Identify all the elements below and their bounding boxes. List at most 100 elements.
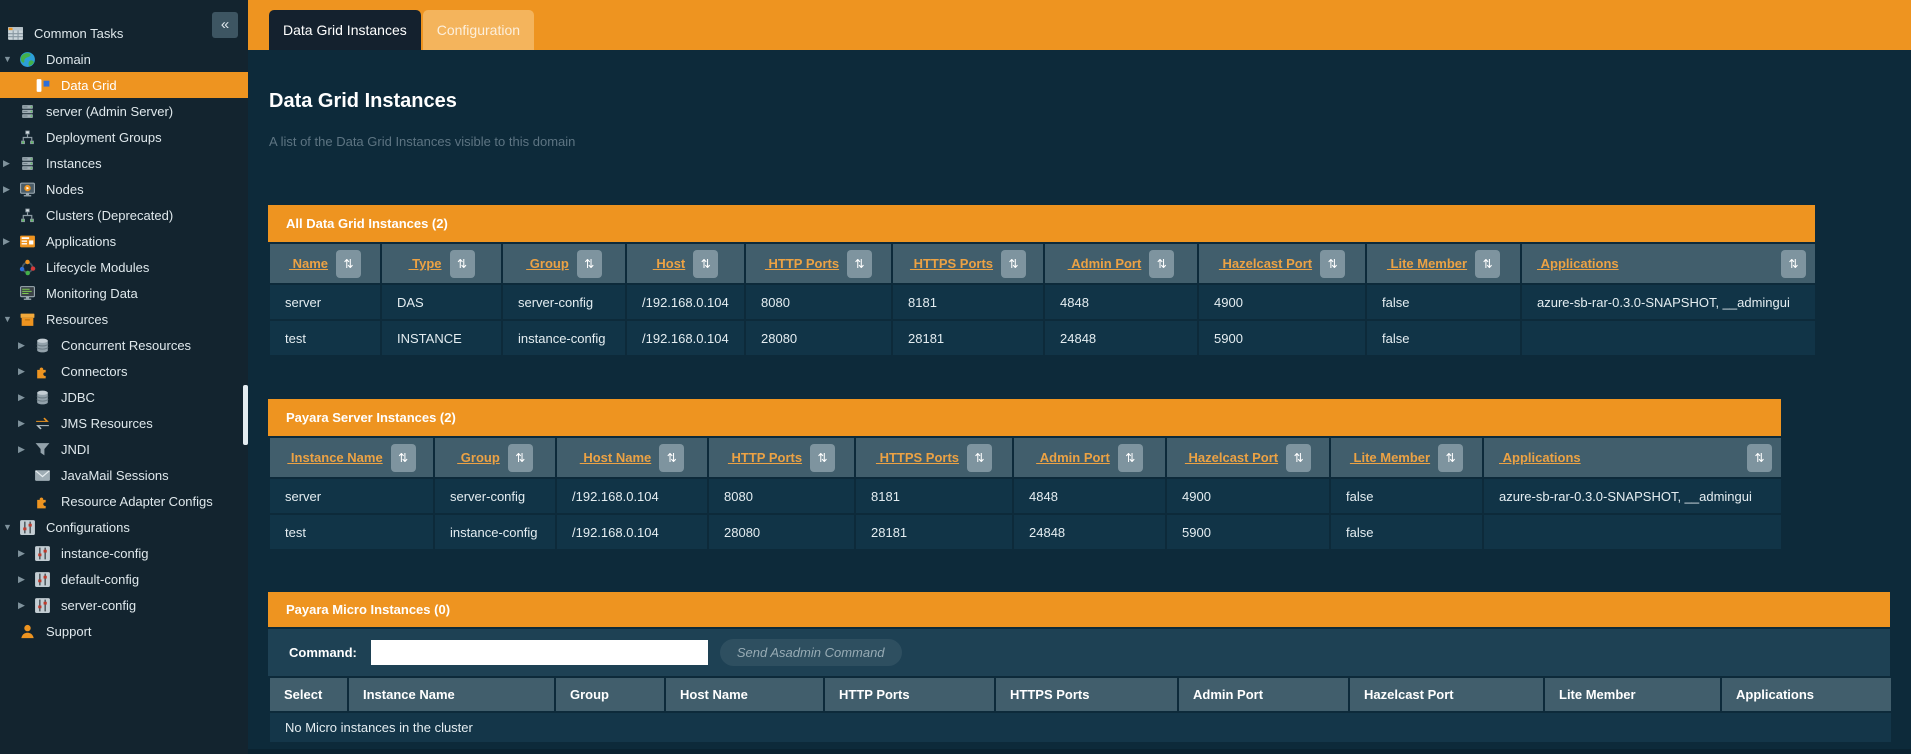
sidebar-item-applications[interactable]: ▶ Applications	[0, 228, 248, 254]
chevron-down-icon[interactable]: ▼	[3, 54, 19, 64]
sidebar-item-instance-config[interactable]: ▶instance-config	[0, 540, 248, 566]
sort-button[interactable]: ⇅	[1001, 250, 1026, 278]
sidebar-item-data-grid[interactable]: Data Grid	[0, 72, 248, 98]
sort-button[interactable]: ⇅	[1475, 250, 1500, 278]
sort-button[interactable]: ⇅	[1747, 444, 1772, 472]
column-header-hazelcast-port: Hazelcast Port ⇅	[1198, 243, 1366, 284]
chevron-right-icon[interactable]: ▶	[18, 340, 34, 351]
chevron-right-icon[interactable]: ▶	[3, 158, 19, 169]
sidebar-item-resource-adapter-configs[interactable]: Resource Adapter Configs	[0, 488, 248, 514]
sidebar-collapse-button[interactable]: «	[212, 12, 238, 38]
data-grid-icon	[34, 77, 51, 94]
sidebar-item-instances[interactable]: ▶Instances	[0, 150, 248, 176]
chevron-right-icon[interactable]: ▶	[18, 548, 34, 559]
sort-button[interactable]: ⇅	[659, 444, 684, 472]
sidebar-item-monitoring-data[interactable]: Monitoring Data	[0, 280, 248, 306]
chevron-right-icon[interactable]: ▶	[18, 600, 34, 611]
column-sort-link[interactable]: Admin Port	[1036, 450, 1110, 465]
chevron-right-icon[interactable]: ▶	[18, 392, 34, 403]
sidebar-item-configurations[interactable]: ▼ Configurations	[0, 514, 248, 540]
column-sort-link[interactable]: Applications	[1484, 450, 1581, 465]
chevron-right-icon[interactable]: ▶	[18, 366, 34, 377]
lifecycle-icon	[19, 259, 36, 276]
column-sort-link[interactable]: Instance Name	[287, 450, 382, 465]
sidebar-item-concurrent-resources[interactable]: ▶Concurrent Resources	[0, 332, 248, 358]
chevron-right-icon[interactable]: ▶	[3, 184, 19, 195]
sidebar-item-jndi[interactable]: ▶JNDI	[0, 436, 248, 462]
sidebar-item-lifecycle-modules[interactable]: Lifecycle Modules	[0, 254, 248, 280]
column-sort-link[interactable]: Type	[409, 256, 442, 271]
column-header-host-name: Host Name	[665, 677, 824, 712]
sort-button[interactable]: ⇅	[967, 444, 992, 472]
column-sort-link[interactable]: Admin Port	[1068, 256, 1142, 271]
column-header-applications: Applications ⇅	[1483, 437, 1782, 478]
sort-button[interactable]: ⇅	[508, 444, 533, 472]
chevron-down-icon[interactable]: ▼	[3, 522, 19, 532]
sidebar-item-default-config[interactable]: ▶default-config	[0, 566, 248, 592]
panel-header: Payara Micro Instances (0)	[268, 592, 1890, 627]
sidebar-item-resources[interactable]: ▼Resources	[0, 306, 248, 332]
chevron-right-icon[interactable]: ▶	[18, 574, 34, 585]
column-sort-link[interactable]: Applications	[1522, 256, 1619, 271]
column-sort-link[interactable]: HTTPS Ports	[910, 256, 993, 271]
column-sort-link[interactable]: Group	[526, 256, 569, 271]
sort-button[interactable]: ⇅	[1438, 444, 1463, 472]
chevron-down-icon[interactable]: ▼	[3, 314, 19, 324]
chevron-right-icon[interactable]: ▶	[18, 444, 34, 455]
puzzle-icon	[34, 363, 51, 380]
column-sort-link[interactable]: Lite Member	[1350, 450, 1430, 465]
sidebar-item-nodes[interactable]: ▶Nodes	[0, 176, 248, 202]
instances-table: Name ⇅ Type ⇅ Group ⇅ Host ⇅ HTTP Ports ⇅ HTT…	[268, 242, 1817, 357]
sort-button[interactable]: ⇅	[693, 250, 718, 278]
column-sort-link[interactable]: Hazelcast Port	[1219, 256, 1312, 271]
sort-button[interactable]: ⇅	[810, 444, 835, 472]
sort-button[interactable]: ⇅	[450, 250, 475, 278]
sidebar-item-label: Configurations	[46, 520, 130, 535]
sidebar-item-common-tasks[interactable]: Common Tasks	[0, 20, 248, 46]
sort-button[interactable]: ⇅	[1781, 250, 1806, 278]
sort-button[interactable]: ⇅	[1149, 250, 1174, 278]
column-sort-link[interactable]: Group	[457, 450, 500, 465]
sidebar-item-javamail-sessions[interactable]: JavaMail Sessions	[0, 462, 248, 488]
sidebar-item-support[interactable]: Support	[0, 618, 248, 644]
sidebar-item-server-admin-server[interactable]: server (Admin Server)	[0, 98, 248, 124]
sidebar-item-label: JavaMail Sessions	[61, 468, 169, 483]
sidebar-item-label: Applications	[46, 234, 116, 249]
content-area: Data Grid Instances A list of the Data G…	[248, 50, 1911, 754]
sort-button[interactable]: ⇅	[847, 250, 872, 278]
sort-button[interactable]: ⇅	[391, 444, 416, 472]
command-input[interactable]	[371, 640, 708, 665]
sort-button[interactable]: ⇅	[1118, 444, 1143, 472]
tab-data-grid-instances[interactable]: Data Grid Instances	[269, 10, 421, 50]
tab-configuration[interactable]: Configuration	[423, 10, 534, 50]
table-header-row: SelectInstance NameGroupHost NameHTTP Po…	[269, 677, 1892, 712]
sidebar-item-server-config[interactable]: ▶server-config	[0, 592, 248, 618]
sort-button[interactable]: ⇅	[336, 250, 361, 278]
sidebar-item-domain[interactable]: ▼Domain	[0, 46, 248, 72]
sort-button[interactable]: ⇅	[577, 250, 602, 278]
table-cell: 28181	[855, 514, 1013, 550]
column-sort-link[interactable]: Lite Member	[1387, 256, 1467, 271]
chevron-right-icon[interactable]: ▶	[18, 418, 34, 429]
column-header-group: Group ⇅	[502, 243, 626, 284]
column-sort-link[interactable]: Host	[653, 256, 686, 271]
chevron-right-icon[interactable]: ▶	[3, 236, 19, 247]
sort-button[interactable]: ⇅	[1286, 444, 1311, 472]
column-sort-link[interactable]: HTTPS Ports	[876, 450, 959, 465]
send-asadmin-command-button[interactable]: Send Asadmin Command	[720, 639, 902, 666]
applications-window-icon	[19, 233, 36, 250]
sort-button[interactable]: ⇅	[1320, 250, 1345, 278]
column-sort-link[interactable]: Name	[289, 256, 328, 271]
sidebar-item-label: JDBC	[61, 390, 95, 405]
column-sort-link[interactable]: HTTP Ports	[765, 256, 839, 271]
column-header-name: Name ⇅	[269, 243, 381, 284]
column-sort-link[interactable]: Hazelcast Port	[1185, 450, 1278, 465]
table-cell: 28181	[892, 320, 1044, 356]
sidebar-item-connectors[interactable]: ▶Connectors	[0, 358, 248, 384]
sidebar-item-clusters-deprecated[interactable]: Clusters (Deprecated)	[0, 202, 248, 228]
column-sort-link[interactable]: Host Name	[580, 450, 652, 465]
sidebar-item-jdbc[interactable]: ▶ JDBC	[0, 384, 248, 410]
sidebar-item-deployment-groups[interactable]: Deployment Groups	[0, 124, 248, 150]
column-sort-link[interactable]: HTTP Ports	[728, 450, 802, 465]
sidebar-item-jms-resources[interactable]: ▶JMS Resources	[0, 410, 248, 436]
